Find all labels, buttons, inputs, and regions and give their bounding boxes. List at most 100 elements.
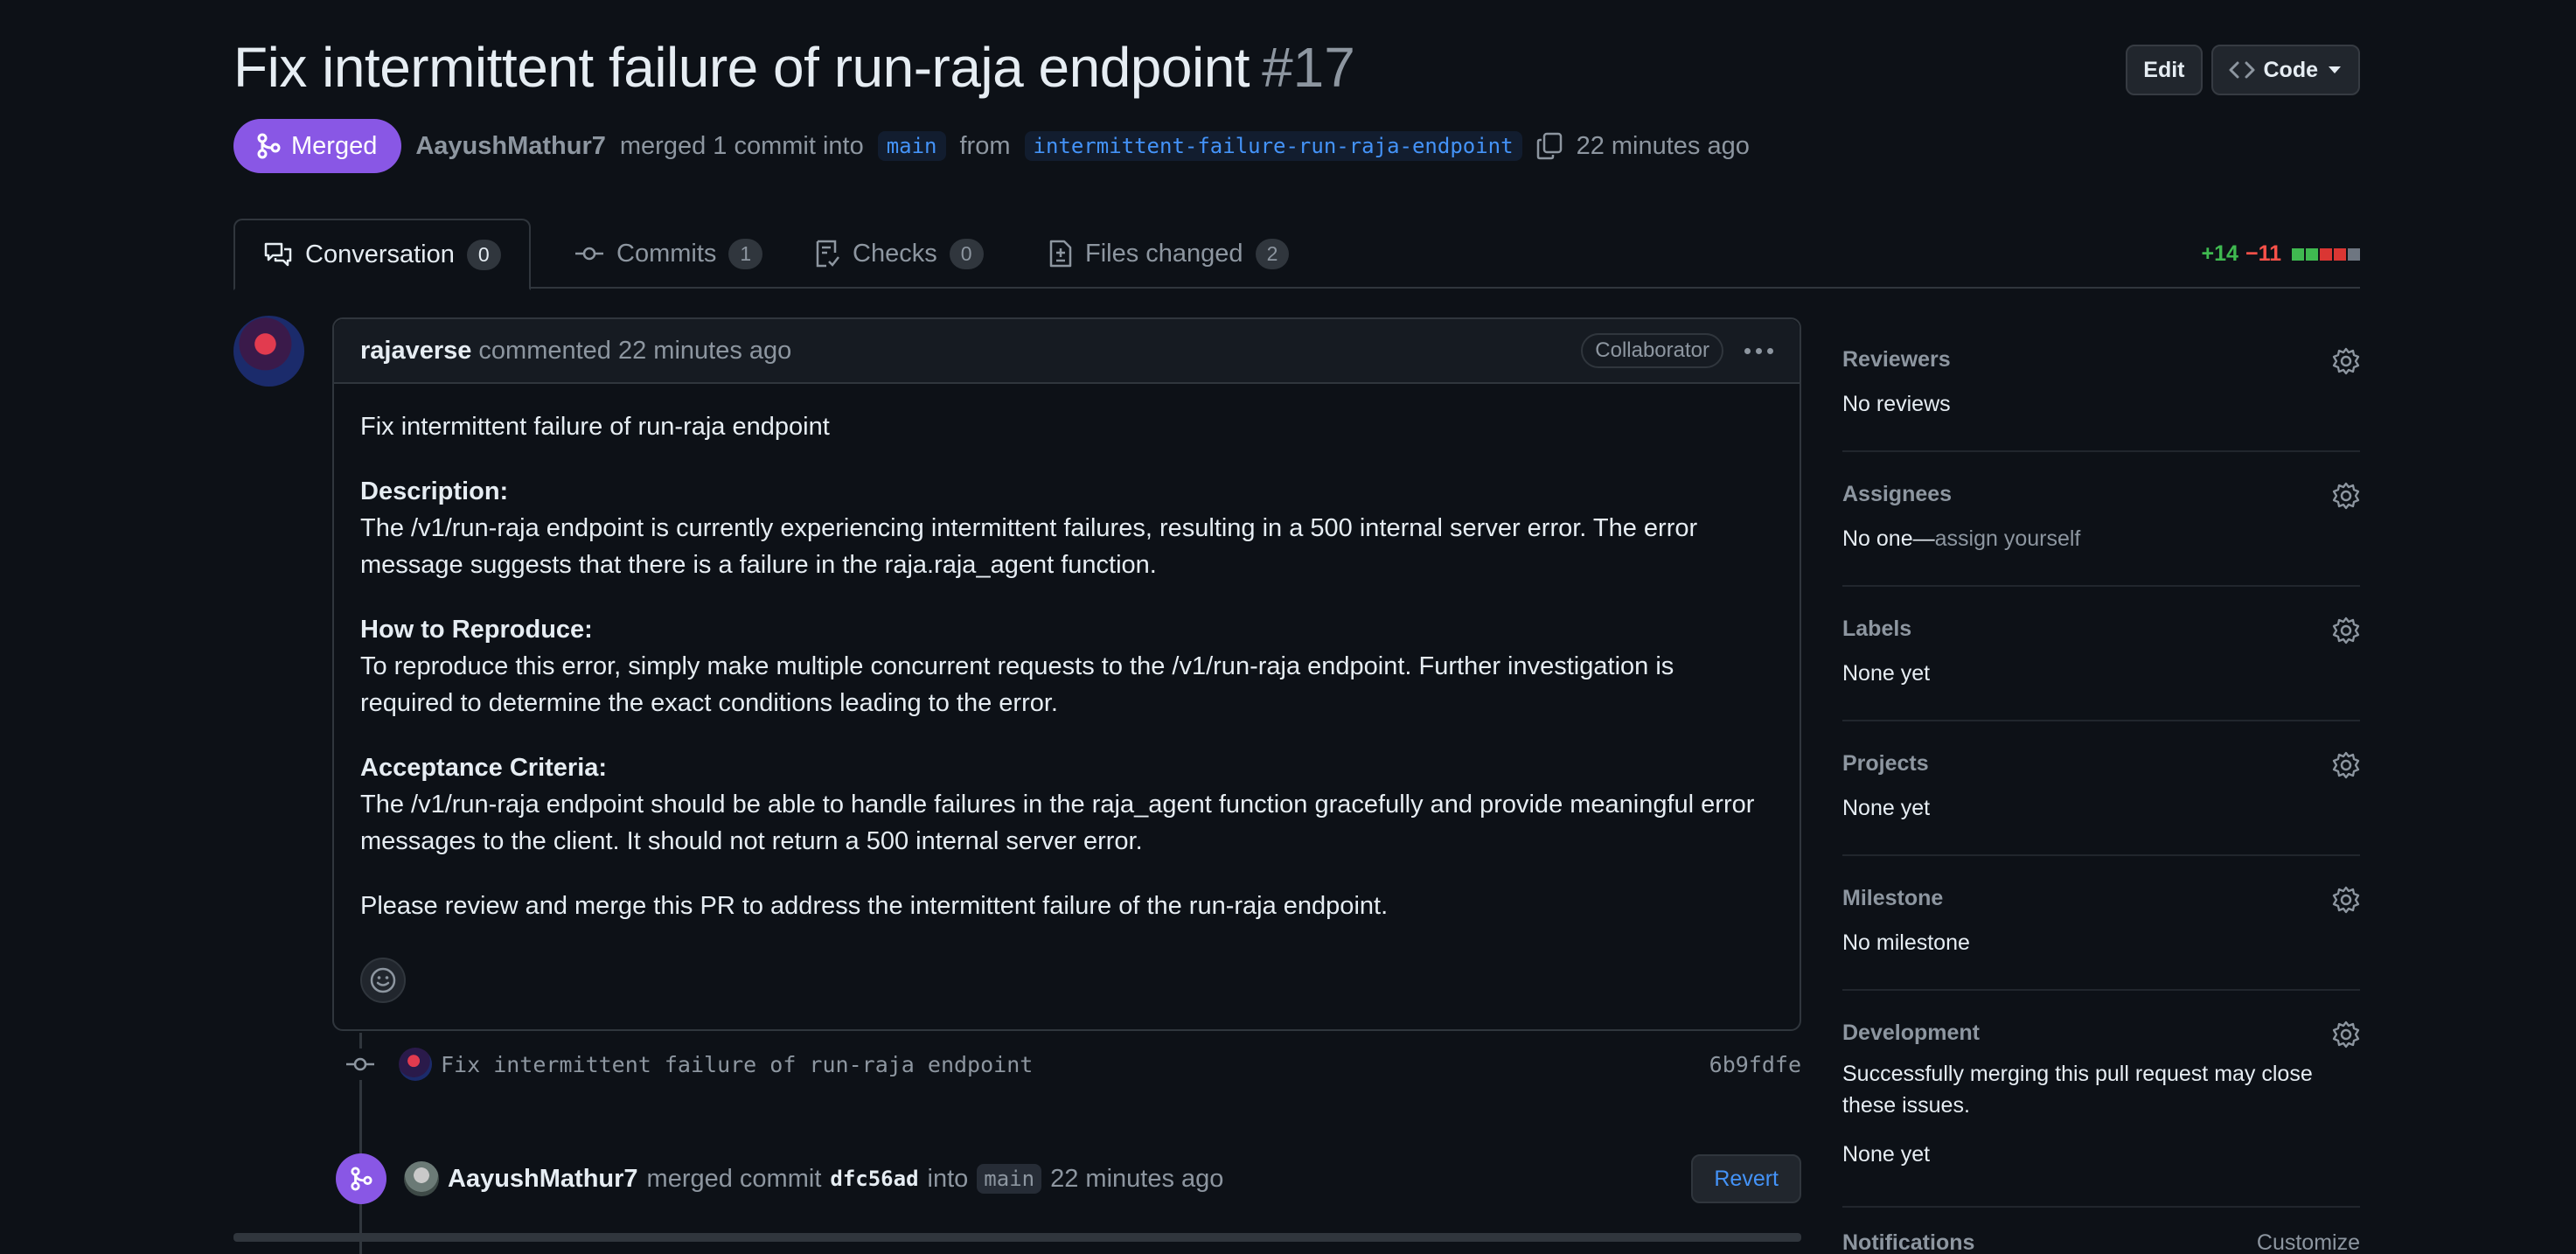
- gear-icon[interactable]: [2332, 617, 2360, 644]
- timeline-merge-event: AayushMathur7 merged commit dfc56ad into…: [336, 1153, 1801, 1205]
- diffstat-block: [2334, 247, 2346, 261]
- tab-commits-label: Commits: [616, 239, 717, 268]
- pr-title: Fix intermittent failure of run-raja end…: [233, 36, 1250, 99]
- sidebar-projects: Projects None yet: [1842, 721, 2360, 856]
- assignees-title[interactable]: Assignees: [1842, 482, 2360, 507]
- pr-number: #17: [1262, 36, 1355, 99]
- code-icon: [2229, 61, 2254, 79]
- comment-discussion-icon: [264, 242, 292, 267]
- comment-closing: Please review and merge this PR to addre…: [360, 892, 1389, 920]
- diffstat-block: [2292, 247, 2304, 261]
- notifications-title: Notifications: [1842, 1230, 1975, 1254]
- merge-sha-link[interactable]: dfc56ad: [830, 1167, 918, 1191]
- head-branch[interactable]: intermittent-failure-run-raja-endpoint: [1024, 131, 1522, 161]
- commit-author-avatar[interactable]: [399, 1048, 432, 1081]
- tab-files-changed-count: 2: [1255, 238, 1290, 269]
- status-label: Merged: [291, 131, 378, 160]
- author-link[interactable]: AayushMathur7: [415, 132, 606, 161]
- sidebar-assignees: Assignees No one—assign yourself: [1842, 452, 2360, 587]
- merge-time: 22 minutes ago: [1050, 1164, 1224, 1193]
- pr-time: 22 minutes ago: [1576, 131, 1750, 160]
- comment-timestamp: commented 22 minutes ago: [478, 336, 792, 365]
- merge-base-branch[interactable]: main: [977, 1164, 1042, 1194]
- reviewers-value: No reviews: [1842, 392, 1951, 416]
- tab-commits[interactable]: Commits 1: [547, 219, 790, 289]
- comment-intro: Fix intermittent failure of run-raja end…: [360, 413, 830, 441]
- tab-conversation-label: Conversation: [305, 240, 455, 268]
- code-button-label: Code: [2263, 57, 2319, 82]
- into-text: into: [927, 1164, 969, 1193]
- commit-sha-link[interactable]: 6b9fdfe: [1709, 1052, 1801, 1077]
- edit-button[interactable]: Edit: [2126, 45, 2203, 95]
- development-value: None yet: [1842, 1142, 1931, 1167]
- tab-checks-count: 0: [949, 238, 984, 269]
- smiley-icon: [370, 967, 396, 993]
- diffstat-block: [2306, 247, 2318, 261]
- pr-meta: Merged AayushMathur7 merged 1 commit int…: [233, 119, 1750, 173]
- avatar[interactable]: [233, 316, 304, 387]
- merged-text: merged 1 commit into: [619, 131, 864, 160]
- tab-files-changed-label: Files changed: [1085, 239, 1243, 268]
- revert-label: Revert: [1714, 1166, 1779, 1191]
- checklist-icon: [816, 240, 839, 268]
- reproduce-text: To reproduce this error, simply make mul…: [360, 652, 1674, 717]
- assignees-none: No one—: [1842, 526, 1935, 551]
- revert-button[interactable]: Revert: [1691, 1154, 1801, 1203]
- development-text: Successfully merging this pull request m…: [1842, 1062, 2313, 1118]
- add-reaction-button[interactable]: [360, 958, 406, 1003]
- sidebar-notifications: Notifications Customize: [1842, 1230, 2360, 1254]
- file-diff-icon: [1049, 240, 1072, 268]
- reviewers-title[interactable]: Reviewers: [1842, 347, 2360, 373]
- base-branch[interactable]: main: [877, 131, 946, 161]
- milestone-title[interactable]: Milestone: [1842, 886, 2360, 911]
- timeline-end-divider: [233, 1233, 1801, 1242]
- milestone-value: No milestone: [1842, 930, 1970, 955]
- customize-link[interactable]: Customize: [2257, 1230, 2360, 1254]
- commit-message-link[interactable]: Fix intermittent failure of run-raja end…: [441, 1052, 1033, 1077]
- merge-icon: [257, 133, 281, 159]
- header-actions: Edit Code: [2126, 45, 2360, 95]
- merger-link[interactable]: AayushMathur7: [448, 1165, 638, 1194]
- tab-conversation[interactable]: Conversation 0: [233, 219, 531, 290]
- role-badge: Collaborator: [1581, 333, 1723, 368]
- tab-checks-label: Checks: [853, 239, 937, 268]
- pr-sidebar: Reviewers No reviews Assignees No one—as…: [1842, 317, 2360, 1254]
- gear-icon[interactable]: [2332, 751, 2360, 779]
- comment-author[interactable]: rajaverse: [360, 337, 471, 366]
- gear-icon[interactable]: [2332, 482, 2360, 510]
- status-badge: Merged: [233, 119, 402, 173]
- gear-icon[interactable]: [2332, 347, 2360, 375]
- labels-title[interactable]: Labels: [1842, 617, 2360, 642]
- diffstat-block: [2320, 247, 2332, 261]
- projects-title[interactable]: Projects: [1842, 751, 2360, 777]
- copy-icon[interactable]: [1536, 132, 1563, 160]
- assign-yourself-link[interactable]: assign yourself: [1935, 526, 2081, 551]
- timeline-commit: Fix intermittent failure of run-raja end…: [345, 1046, 1801, 1083]
- tab-checks[interactable]: Checks 0: [786, 219, 1012, 289]
- pr-title-row: Fix intermittent failure of run-raja end…: [233, 35, 1355, 100]
- labels-value: None yet: [1842, 661, 1931, 686]
- diffstat: +14 −11: [2202, 241, 2360, 267]
- gear-icon[interactable]: [2332, 886, 2360, 914]
- comment-header: rajaverse commented 22 minutes ago Colla…: [334, 319, 1800, 384]
- description-heading: Description:: [360, 477, 509, 505]
- gear-icon[interactable]: [2332, 1021, 2360, 1048]
- merged-commit-text: merged commit: [646, 1164, 822, 1193]
- description-text: The /v1/run-raja endpoint is currently e…: [360, 514, 1698, 579]
- sidebar-milestone: Milestone No milestone: [1842, 856, 2360, 991]
- from-text: from: [959, 131, 1011, 160]
- code-button[interactable]: Code: [2210, 45, 2360, 95]
- kebab-horizontal-icon[interactable]: [1744, 338, 1773, 364]
- diffstat-block: [2348, 247, 2360, 261]
- commit-icon: [575, 247, 603, 261]
- git-commit-icon: [345, 1048, 376, 1080]
- development-title[interactable]: Development: [1842, 1021, 2360, 1046]
- criteria-heading: Acceptance Criteria:: [360, 754, 608, 782]
- comment-body: Fix intermittent failure of run-raja end…: [334, 384, 1800, 924]
- sidebar-development: Development Successfully merging this pu…: [1842, 991, 2360, 1208]
- edit-button-label: Edit: [2143, 57, 2185, 82]
- merger-avatar[interactable]: [404, 1161, 439, 1196]
- projects-value: None yet: [1842, 796, 1931, 820]
- diffstat-deletions: −11: [2245, 241, 2281, 266]
- tab-files-changed[interactable]: Files changed 2: [1020, 219, 1317, 289]
